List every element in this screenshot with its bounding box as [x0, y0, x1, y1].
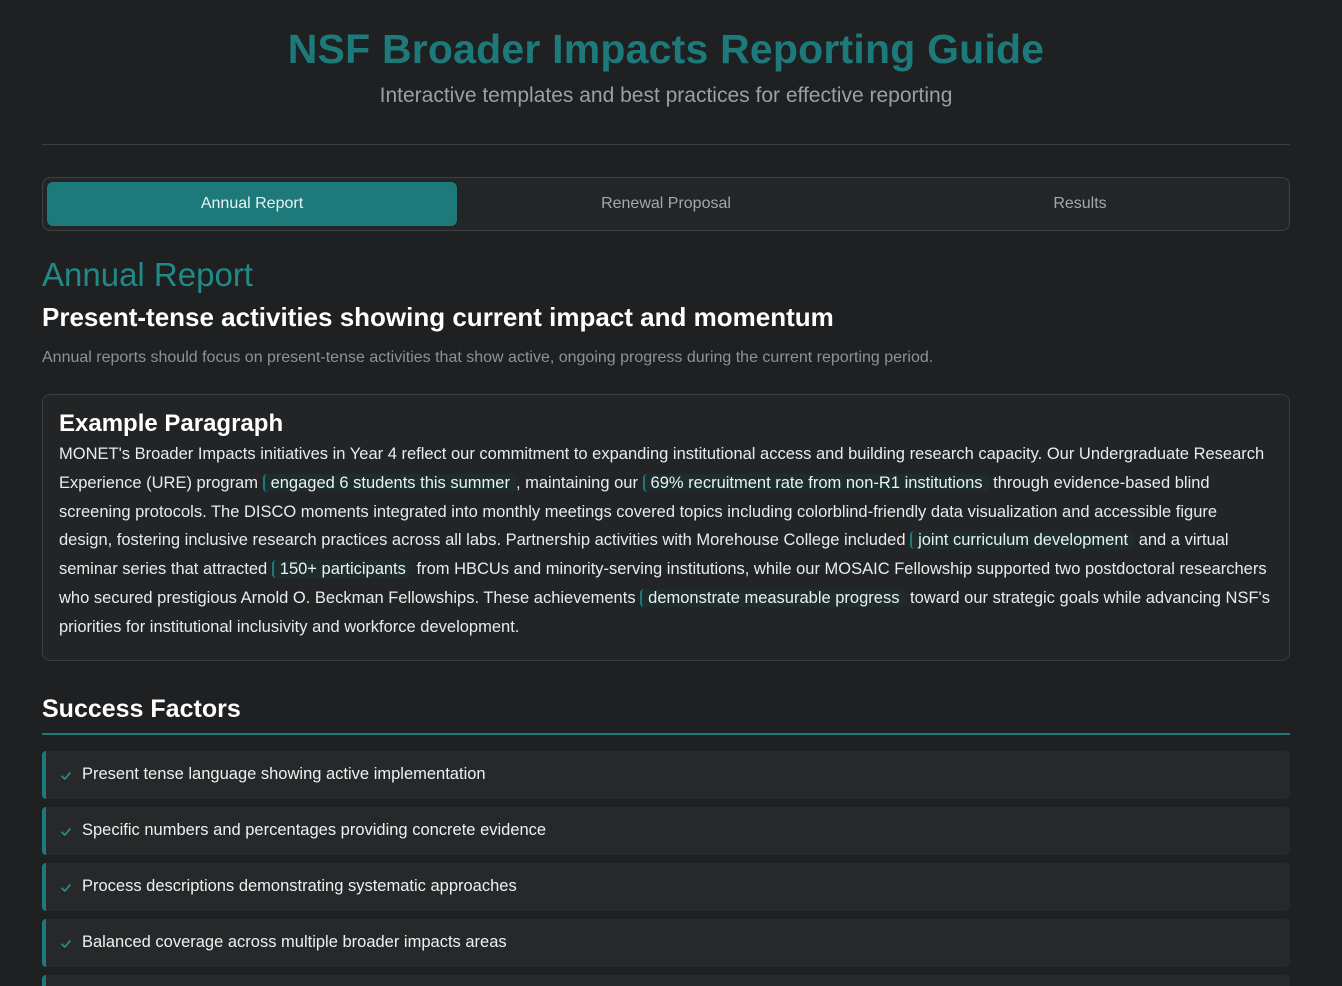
success-factors-title: Success Factors	[42, 693, 1290, 735]
page: NSF Broader Impacts Reporting Guide Inte…	[0, 0, 1342, 986]
example-card: Example Paragraph MONET's Broader Impact…	[42, 394, 1290, 661]
check-icon	[60, 825, 72, 837]
highlighted-phrase: joint curriculum development	[910, 531, 1135, 550]
check-icon	[60, 937, 72, 949]
factor-text: Specific numbers and percentages providi…	[82, 821, 547, 840]
tab-annual-report[interactable]: Annual Report	[47, 182, 457, 226]
factor-text: Present tense language showing active im…	[82, 765, 486, 784]
tab-renewal-proposal[interactable]: Renewal Proposal	[461, 182, 871, 226]
section-description: Annual reports should focus on present-t…	[42, 349, 934, 366]
highlighted-phrase: 69% recruitment rate from non-R1 institu…	[642, 473, 989, 492]
page-subtitle: Interactive templates and best practices…	[379, 84, 953, 107]
list-item: Balanced coverage across multiple broade…	[42, 918, 1290, 967]
factor-text: Balanced coverage across multiple broade…	[82, 933, 507, 952]
list-item: Process descriptions demonstrating syste…	[42, 862, 1290, 911]
highlighted-phrase: 150+ participants	[271, 560, 412, 579]
list-item: Present tense language showing active im…	[42, 750, 1290, 799]
highlighted-phrase: engaged 6 students this summer	[262, 473, 516, 492]
list-item: Specific numbers and percentages providi…	[42, 806, 1290, 855]
page-header: NSF Broader Impacts Reporting Guide Inte…	[42, 0, 1290, 145]
example-paragraph: MONET's Broader Impacts initiatives in Y…	[59, 440, 1273, 642]
tab-results[interactable]: Results	[875, 182, 1285, 226]
tab-bar: Annual Report Renewal Proposal Results	[42, 177, 1290, 231]
section-subtitle: Present-tense activities showing current…	[42, 302, 834, 332]
success-factors-list: Present tense language showing active im…	[42, 750, 1290, 986]
check-icon	[60, 769, 72, 781]
page-title: NSF Broader Impacts Reporting Guide	[287, 26, 1045, 72]
section-title: Annual Report	[42, 256, 253, 293]
example-text: , maintaining our	[515, 473, 643, 492]
list-item	[42, 974, 1290, 986]
highlighted-phrase: demonstrate measurable progress	[640, 588, 906, 607]
factor-text: Process descriptions demonstrating syste…	[82, 877, 517, 896]
check-icon	[60, 881, 72, 893]
example-title: Example Paragraph	[59, 410, 284, 437]
